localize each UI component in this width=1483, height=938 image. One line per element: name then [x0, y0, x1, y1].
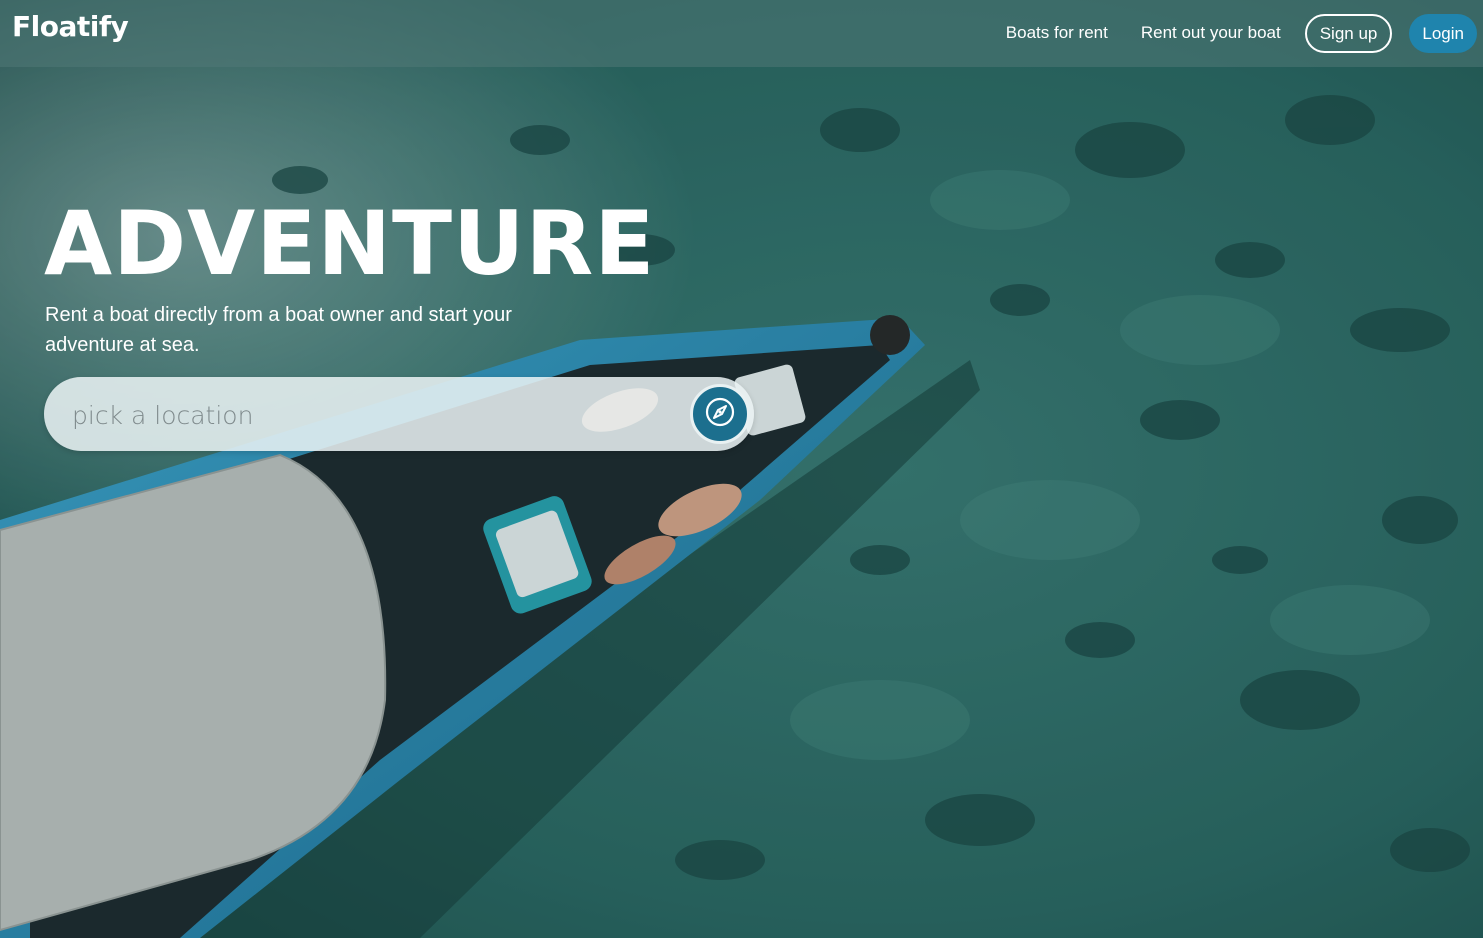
- hero-background-image: [0, 0, 1483, 938]
- compass-icon: [704, 396, 736, 432]
- nav-link-rent-out-your-boat[interactable]: Rent out your boat: [1141, 23, 1281, 43]
- top-navbar: Floatify Boats for rent Rent out your bo…: [0, 0, 1483, 67]
- nav-link-boats-for-rent[interactable]: Boats for rent: [1006, 23, 1108, 43]
- location-search-bar: [44, 377, 754, 451]
- sign-up-button[interactable]: Sign up: [1304, 13, 1393, 53]
- search-button[interactable]: [690, 384, 750, 444]
- nav-links: Boats for rent Rent out your boat Sign u…: [1006, 13, 1477, 53]
- hero-title: ADVENTURE: [44, 192, 656, 295]
- brand-logo[interactable]: Floatify: [12, 10, 129, 43]
- hero-subtitle: Rent a boat directly from a boat owner a…: [45, 304, 512, 356]
- location-search-input[interactable]: [70, 391, 674, 439]
- landing-page: Floatify Boats for rent Rent out your bo…: [0, 0, 1483, 938]
- login-button[interactable]: Login: [1409, 13, 1477, 53]
